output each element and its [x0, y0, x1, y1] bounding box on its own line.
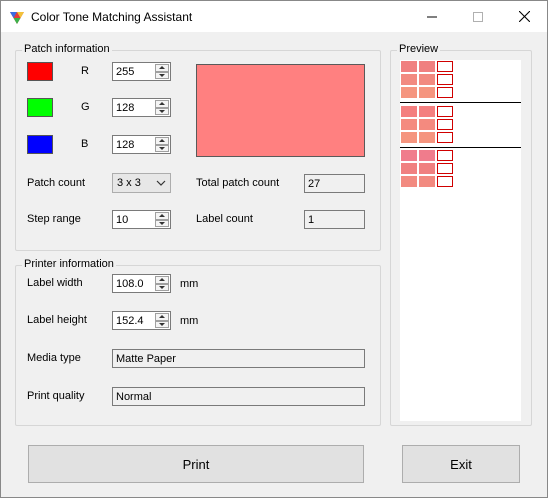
preview-patch-outline — [437, 132, 453, 143]
b-value: 128 — [116, 139, 135, 151]
b-label: B — [81, 138, 89, 150]
total-patch-count-label: Total patch count — [196, 177, 280, 189]
print-button[interactable]: Print — [28, 445, 364, 483]
spin-down-icon[interactable] — [155, 71, 169, 79]
preview-patch-outline — [437, 163, 453, 174]
red-swatch — [27, 62, 53, 81]
g-spinbox[interactable]: 128 — [112, 98, 171, 117]
exit-button[interactable]: Exit — [402, 445, 520, 483]
preview-patch-outline — [437, 150, 453, 161]
print-quality-label: Print quality — [27, 390, 85, 402]
preview-patch — [419, 132, 435, 143]
label-width-spinbox[interactable]: 108.0 — [112, 274, 171, 293]
label-height-label: Label height — [27, 314, 87, 326]
chevron-down-icon — [156, 180, 166, 186]
b-spinbox[interactable]: 128 — [112, 135, 171, 154]
color-preview-swatch — [196, 64, 365, 157]
label-height-value: 152.4 — [116, 315, 144, 327]
total-patch-count-value: 27 — [308, 178, 321, 190]
label-height-spinbox[interactable]: 152.4 — [112, 311, 171, 330]
media-type-label: Media type — [27, 352, 81, 364]
spin-up-icon[interactable] — [155, 100, 169, 108]
spin-down-icon[interactable] — [155, 219, 169, 227]
spin-up-icon[interactable] — [155, 276, 169, 284]
preview-patch — [419, 74, 435, 85]
preview-patch-outline — [437, 119, 453, 130]
title-bar: Color Tone Matching Assistant — [1, 1, 547, 32]
preview-patch — [419, 163, 435, 174]
g-value: 128 — [116, 102, 135, 114]
minimize-button[interactable] — [409, 1, 455, 32]
preview-patch — [419, 61, 435, 72]
patch-count-label: Patch count — [27, 177, 86, 189]
group-title-printer: Printer information — [22, 258, 116, 270]
preview-patch — [419, 87, 435, 98]
close-button[interactable] — [501, 1, 547, 32]
spin-down-icon[interactable] — [155, 320, 169, 328]
media-type-field: Matte Paper — [112, 349, 365, 368]
spin-up-icon[interactable] — [155, 212, 169, 220]
patch-count-dropdown[interactable]: 3 x 3 — [112, 173, 171, 193]
app-icon — [10, 12, 24, 24]
print-quality-value: Normal — [116, 391, 152, 403]
preview-patch — [401, 176, 417, 187]
step-range-label: Step range — [27, 213, 81, 225]
preview-separator — [400, 147, 521, 148]
preview-patch — [401, 119, 417, 130]
spin-down-icon[interactable] — [155, 283, 169, 291]
green-swatch — [27, 98, 53, 117]
g-label: G — [81, 101, 90, 113]
preview-patch-outline — [437, 61, 453, 72]
r-label: R — [81, 65, 89, 77]
label-width-value: 108.0 — [116, 278, 144, 290]
preview-separator — [400, 102, 521, 103]
group-title-preview: Preview — [397, 43, 441, 55]
preview-patch — [401, 87, 417, 98]
spin-down-icon[interactable] — [155, 144, 169, 152]
preview-patch — [401, 132, 417, 143]
print-button-label: Print — [182, 456, 210, 472]
preview-patch — [401, 61, 417, 72]
preview-patch-outline — [437, 176, 453, 187]
patch-count-value: 3 x 3 — [117, 177, 141, 189]
preview-patch — [419, 176, 435, 187]
maximize-icon — [473, 11, 483, 22]
label-height-unit: mm — [180, 315, 199, 327]
label-width-unit: mm — [180, 278, 199, 290]
label-count-label: Label count — [196, 213, 253, 225]
group-title-patch: Patch information — [22, 43, 112, 55]
preview-patch — [401, 106, 417, 117]
label-width-label: Label width — [27, 277, 83, 289]
preview-patch — [419, 150, 435, 161]
total-patch-count-field: 27 — [304, 174, 365, 193]
preview-patch — [401, 150, 417, 161]
step-range-value: 10 — [116, 214, 129, 226]
preview-patch-outline — [437, 74, 453, 85]
close-icon — [518, 11, 530, 22]
spin-up-icon[interactable] — [155, 64, 169, 72]
step-range-spinbox[interactable]: 10 — [112, 210, 171, 229]
spin-up-icon[interactable] — [155, 313, 169, 321]
media-type-value: Matte Paper — [116, 353, 176, 365]
preview-patch-outline — [437, 87, 453, 98]
preview-patch — [419, 106, 435, 117]
preview-panel — [400, 60, 521, 421]
blue-swatch — [27, 135, 53, 154]
label-count-value: 1 — [308, 214, 315, 226]
preview-patch-outline — [437, 106, 453, 117]
minimize-icon — [427, 16, 437, 17]
spin-down-icon[interactable] — [155, 107, 169, 115]
exit-button-label: Exit — [450, 456, 472, 472]
print-quality-field: Normal — [112, 387, 365, 406]
maximize-button[interactable] — [455, 1, 501, 32]
window-title: Color Tone Matching Assistant — [31, 10, 193, 24]
main-window: Color Tone Matching Assistant Patch info… — [0, 0, 548, 498]
preview-patch — [401, 74, 417, 85]
preview-patch — [401, 163, 417, 174]
preview-patch — [419, 119, 435, 130]
spin-up-icon[interactable] — [155, 137, 169, 145]
r-value: 255 — [116, 66, 135, 78]
r-spinbox[interactable]: 255 — [112, 62, 171, 81]
label-count-field: 1 — [304, 210, 365, 229]
